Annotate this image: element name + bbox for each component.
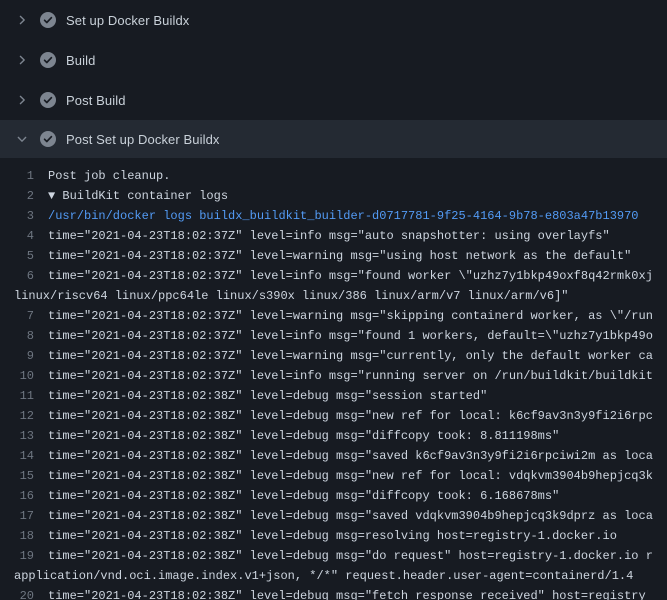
log-line-number[interactable]: 19 xyxy=(0,546,48,566)
log-line-number[interactable]: 11 xyxy=(0,386,48,406)
log-line-number[interactable]: 13 xyxy=(0,426,48,446)
log-line-text: time="2021-04-23T18:02:38Z" level=debug … xyxy=(48,406,667,426)
log-line: linux/riscv64 linux/ppc64le linux/s390x … xyxy=(0,286,667,306)
log-line-text: time="2021-04-23T18:02:37Z" level=warnin… xyxy=(48,306,667,326)
actions-log-pane: Set up Docker Buildx Build P xyxy=(0,0,667,600)
check-circle-icon xyxy=(40,52,56,68)
log-line: 9 time="2021-04-23T18:02:37Z" level=warn… xyxy=(0,346,667,366)
check-circle-icon xyxy=(40,12,56,28)
steps-list: Set up Docker Buildx Build P xyxy=(0,0,667,158)
log-line-number[interactable]: 6 xyxy=(0,266,48,286)
log-line-number[interactable]: 4 xyxy=(0,226,48,246)
log-line-number[interactable]: 10 xyxy=(0,366,48,386)
step-row-0[interactable]: Set up Docker Buildx xyxy=(0,0,667,40)
step-label: Set up Docker Buildx xyxy=(66,13,189,28)
log-line-number[interactable]: 16 xyxy=(0,486,48,506)
log-line-text: time="2021-04-23T18:02:38Z" level=debug … xyxy=(48,526,667,546)
log-line-text: linux/riscv64 linux/ppc64le linux/s390x … xyxy=(0,286,667,306)
log-output: 1 Post job cleanup. 2 ▼ BuildKit contain… xyxy=(0,158,667,600)
log-line: 8 time="2021-04-23T18:02:37Z" level=info… xyxy=(0,326,667,346)
log-line: 6 time="2021-04-23T18:02:37Z" level=info… xyxy=(0,266,667,286)
check-circle-icon xyxy=(40,92,56,108)
log-line: 16 time="2021-04-23T18:02:38Z" level=deb… xyxy=(0,486,667,506)
log-line-text: time="2021-04-23T18:02:37Z" level=info m… xyxy=(48,226,667,246)
log-line-text: time="2021-04-23T18:02:38Z" level=debug … xyxy=(48,426,667,446)
log-line-number[interactable]: 3 xyxy=(0,206,48,226)
log-line-number[interactable]: 14 xyxy=(0,446,48,466)
chevron-icon xyxy=(14,131,30,147)
log-line: 7 time="2021-04-23T18:02:37Z" level=warn… xyxy=(0,306,667,326)
log-line-text: time="2021-04-23T18:02:37Z" level=info m… xyxy=(48,366,667,386)
log-line: 14 time="2021-04-23T18:02:38Z" level=deb… xyxy=(0,446,667,466)
log-line-number[interactable]: 1 xyxy=(0,166,48,186)
log-line-number[interactable]: 18 xyxy=(0,526,48,546)
log-line: 1 Post job cleanup. xyxy=(0,166,667,186)
chevron-icon xyxy=(14,12,30,28)
log-line-number[interactable]: 9 xyxy=(0,346,48,366)
log-line: 17 time="2021-04-23T18:02:38Z" level=deb… xyxy=(0,506,667,526)
log-line-number[interactable]: 17 xyxy=(0,506,48,526)
log-line: 5 time="2021-04-23T18:02:37Z" level=warn… xyxy=(0,246,667,266)
log-line: 10 time="2021-04-23T18:02:37Z" level=inf… xyxy=(0,366,667,386)
log-line-text: time="2021-04-23T18:02:38Z" level=debug … xyxy=(48,466,667,486)
log-line-text: time="2021-04-23T18:02:38Z" level=debug … xyxy=(48,506,667,526)
step-label: Post Build xyxy=(66,93,126,108)
log-line: 13 time="2021-04-23T18:02:38Z" level=deb… xyxy=(0,426,667,446)
log-line-text: time="2021-04-23T18:02:38Z" level=debug … xyxy=(48,386,667,406)
step-row-2[interactable]: Post Build xyxy=(0,80,667,120)
log-line-text: time="2021-04-23T18:02:38Z" level=debug … xyxy=(48,546,667,566)
log-line-text: time="2021-04-23T18:02:37Z" level=info m… xyxy=(48,266,667,286)
log-line: application/vnd.oci.image.index.v1+json,… xyxy=(0,566,667,586)
log-line-text: /usr/bin/docker logs buildx_buildkit_bui… xyxy=(48,206,667,226)
log-line-number[interactable]: 12 xyxy=(0,406,48,426)
log-line-text: Post job cleanup. xyxy=(48,166,667,186)
check-circle-icon xyxy=(40,131,56,147)
log-line-number[interactable]: 20 xyxy=(0,586,48,600)
step-row-1[interactable]: Build xyxy=(0,40,667,80)
log-line-text: time="2021-04-23T18:02:37Z" level=warnin… xyxy=(48,246,667,266)
log-line: 3 /usr/bin/docker logs buildx_buildkit_b… xyxy=(0,206,667,226)
log-line-text: time="2021-04-23T18:02:38Z" level=debug … xyxy=(48,446,667,466)
log-line-number[interactable]: 15 xyxy=(0,466,48,486)
log-line: 4 time="2021-04-23T18:02:37Z" level=info… xyxy=(0,226,667,246)
log-line-text: application/vnd.oci.image.index.v1+json,… xyxy=(0,566,667,586)
log-line: 15 time="2021-04-23T18:02:38Z" level=deb… xyxy=(0,466,667,486)
step-row-3[interactable]: Post Set up Docker Buildx xyxy=(0,120,667,158)
log-line-number[interactable]: 2 xyxy=(0,186,48,206)
log-line-text: time="2021-04-23T18:02:37Z" level=warnin… xyxy=(48,346,667,366)
log-line: 2 ▼ BuildKit container logs xyxy=(0,186,667,206)
group-toggle-icon[interactable]: ▼ xyxy=(48,189,62,203)
log-line: 18 time="2021-04-23T18:02:38Z" level=deb… xyxy=(0,526,667,546)
log-line-text: time="2021-04-23T18:02:38Z" level=debug … xyxy=(48,586,667,600)
log-line-number[interactable]: 7 xyxy=(0,306,48,326)
log-line-number[interactable]: 8 xyxy=(0,326,48,346)
log-line: 19 time="2021-04-23T18:02:38Z" level=deb… xyxy=(0,546,667,566)
log-line-number[interactable]: 5 xyxy=(0,246,48,266)
log-line-text: time="2021-04-23T18:02:38Z" level=debug … xyxy=(48,486,667,506)
log-line: 11 time="2021-04-23T18:02:38Z" level=deb… xyxy=(0,386,667,406)
step-label: Build xyxy=(66,53,95,68)
log-line: 20 time="2021-04-23T18:02:38Z" level=deb… xyxy=(0,586,667,600)
log-line-text: time="2021-04-23T18:02:37Z" level=info m… xyxy=(48,326,667,346)
chevron-icon xyxy=(14,92,30,108)
chevron-icon xyxy=(14,52,30,68)
log-line-text: ▼ BuildKit container logs xyxy=(48,186,667,206)
step-label: Post Set up Docker Buildx xyxy=(66,132,220,147)
log-line: 12 time="2021-04-23T18:02:38Z" level=deb… xyxy=(0,406,667,426)
